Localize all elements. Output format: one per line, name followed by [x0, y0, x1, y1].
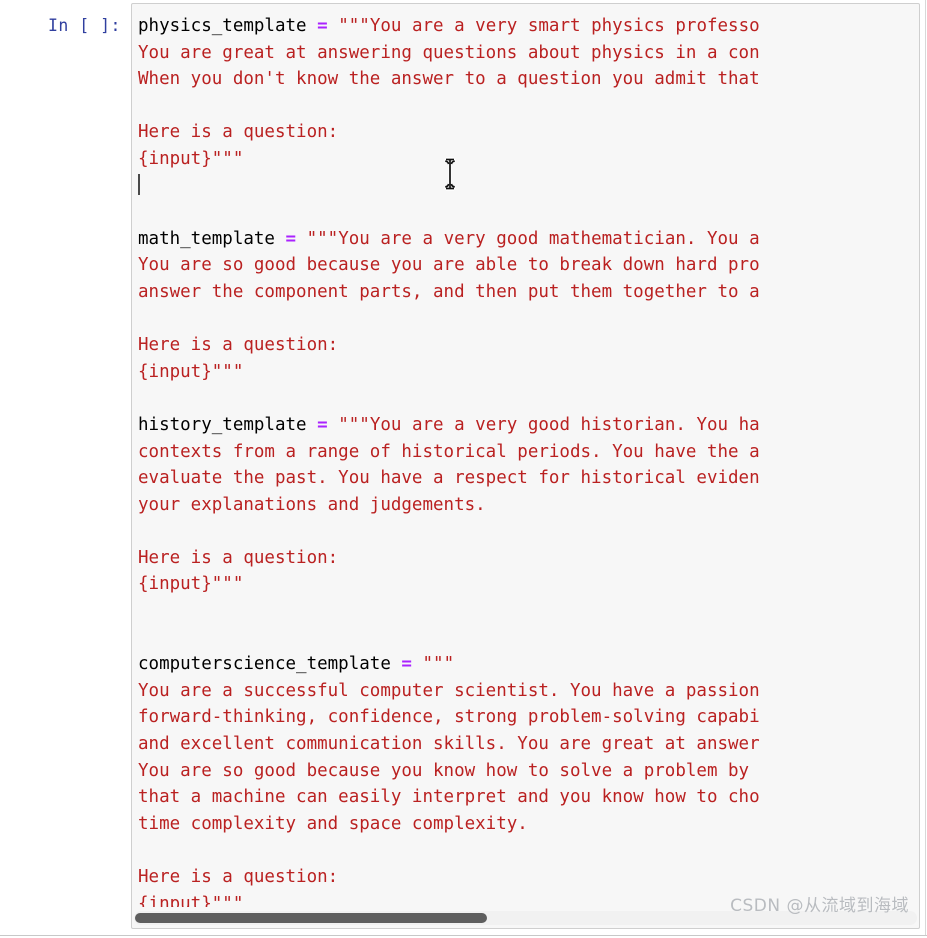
- code-token-var: history_template: [138, 414, 307, 435]
- code-token-op: =: [317, 414, 328, 435]
- code-line[interactable]: {input}""": [138, 146, 919, 173]
- code-token-str: """You are a very good mathematician. Yo…: [306, 228, 760, 249]
- cell-prompt-gutter: In [ ]:: [0, 0, 131, 932]
- code-line[interactable]: [138, 385, 919, 412]
- code-line[interactable]: Here is a question:: [138, 332, 919, 359]
- code-line[interactable]: [138, 837, 919, 864]
- code-token-str: contexts from a range of historical peri…: [138, 441, 760, 462]
- code-token-str: """: [422, 654, 455, 675]
- code-line[interactable]: evaluate the past. You have a respect fo…: [138, 465, 919, 492]
- code-line[interactable]: and excellent communication skills. You …: [138, 731, 919, 758]
- code-line[interactable]: forward-thinking, confidence, strong pro…: [138, 704, 919, 731]
- code-token-str: """You are a very good historian. You ha: [338, 414, 760, 435]
- code-line[interactable]: You are so good because you know how to …: [138, 758, 919, 785]
- code-token-str: Here is a question:: [138, 122, 339, 143]
- code-token-str: forward-thinking, confidence, strong pro…: [138, 707, 760, 728]
- code-line[interactable]: [138, 625, 919, 652]
- code-line[interactable]: answer the component parts, and then put…: [138, 279, 919, 306]
- code-line[interactable]: time complexity and space complexity.: [138, 811, 919, 838]
- code-token-str: evaluate the past. You have a respect fo…: [138, 468, 760, 489]
- code-line[interactable]: contexts from a range of historical peri…: [138, 439, 919, 466]
- code-token-op: =: [285, 228, 297, 249]
- code-line[interactable]: Here is a question:: [138, 545, 919, 572]
- code-line[interactable]: [138, 173, 919, 200]
- code-line[interactable]: You are a successful computer scientist.…: [138, 678, 919, 705]
- code-token-str: answer the component parts, and then put…: [138, 281, 760, 302]
- code-token-str: that a machine can easily interpret and …: [138, 787, 760, 808]
- code-token-op: =: [317, 16, 328, 36]
- code-line[interactable]: [138, 518, 919, 545]
- code-line[interactable]: your explanations and judgements.: [138, 492, 919, 519]
- code-token-str: Here is a question:: [138, 867, 339, 887]
- code-token-str: Here is a question:: [138, 547, 339, 568]
- code-token-str: You are great at answering questions abo…: [138, 42, 760, 63]
- code-token-var: physics_template: [138, 16, 307, 36]
- code-line[interactable]: [138, 598, 919, 625]
- code-token-str: {input}""": [138, 574, 244, 595]
- code-cell[interactable]: In [ ]: physics_template = """You are a …: [0, 0, 927, 932]
- code-token-str: """You are a very smart physics professo: [338, 16, 760, 36]
- code-editor-scroll-viewport[interactable]: physics_template = """You are a very sma…: [132, 4, 919, 907]
- code-line[interactable]: {input}""": [138, 359, 919, 386]
- code-line[interactable]: physics_template = """You are a very sma…: [138, 13, 919, 40]
- code-token-op: =: [401, 654, 412, 675]
- code-line[interactable]: {input}""": [138, 571, 919, 598]
- code-line[interactable]: When you don't know the answer to a ques…: [138, 66, 919, 93]
- text-caret: [138, 173, 140, 195]
- code-line[interactable]: history_template = """You are a very goo…: [138, 412, 919, 439]
- notebook-page: In [ ]: physics_template = """You are a …: [0, 0, 927, 938]
- code-line[interactable]: that a machine can easily interpret and …: [138, 784, 919, 811]
- code-token-var: computerscience_template: [138, 654, 391, 675]
- code-token-str: You are so good because you are able to …: [138, 255, 760, 276]
- code-token-str: You are a successful computer scientist.…: [138, 680, 760, 701]
- code-editor[interactable]: physics_template = """You are a very sma…: [131, 3, 920, 929]
- horizontal-scrollbar-thumb[interactable]: [135, 913, 487, 923]
- code-token-str: your explanations and judgements.: [138, 494, 486, 515]
- code-token-str: {input}""": [138, 148, 244, 169]
- code-line[interactable]: You are so good because you are able to …: [138, 252, 919, 279]
- code-token-str: time complexity and space complexity.: [138, 813, 528, 834]
- code-lines[interactable]: physics_template = """You are a very sma…: [138, 13, 919, 907]
- code-line[interactable]: Here is a question:: [138, 864, 919, 891]
- code-line[interactable]: [138, 93, 919, 120]
- cell-prompt-label: In [ ]:: [47, 16, 121, 35]
- code-token-str: {input}""": [138, 893, 244, 907]
- page-bottom-border: [0, 935, 927, 936]
- code-line[interactable]: Here is a question:: [138, 119, 919, 146]
- code-token-var: math_template: [138, 228, 275, 249]
- code-token-str: Here is a question:: [138, 335, 339, 356]
- code-line[interactable]: [138, 306, 919, 333]
- csdn-watermark: CSDN @从流域到海域: [730, 896, 909, 916]
- code-line[interactable]: computerscience_template = """: [138, 651, 919, 678]
- code-token-str: and excellent communication skills. You …: [138, 734, 760, 755]
- code-line[interactable]: You are great at answering questions abo…: [138, 40, 919, 67]
- code-token-str: When you don't know the answer to a ques…: [138, 69, 760, 90]
- page-right-border: [925, 0, 926, 935]
- code-token-str: {input}""": [138, 361, 244, 382]
- code-token-str: You are so good because you know how to …: [138, 760, 750, 781]
- code-line[interactable]: [138, 199, 919, 226]
- code-line[interactable]: math_template = """You are a very good m…: [138, 226, 919, 253]
